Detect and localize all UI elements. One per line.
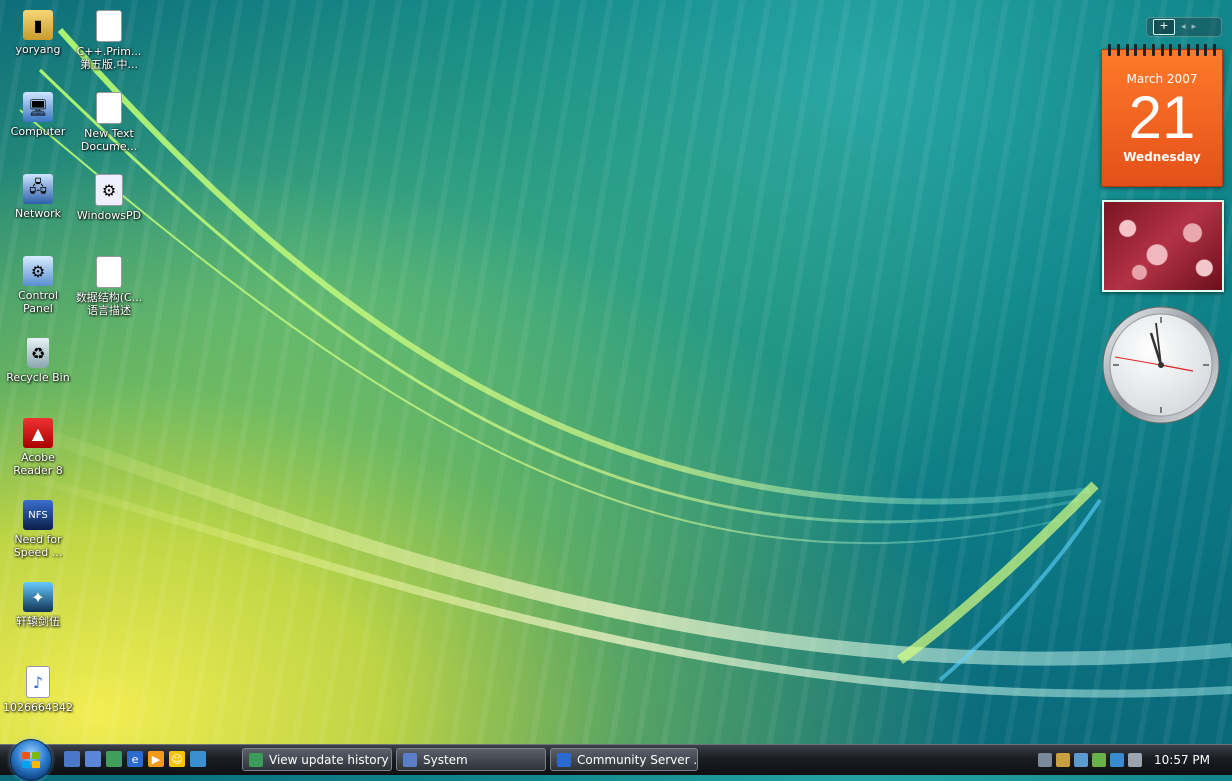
wallpaper-light-rays	[0, 0, 1232, 775]
media-icon[interactable]	[106, 751, 122, 767]
document-icon	[96, 256, 122, 288]
taskbar-button-label: System	[423, 752, 468, 767]
desktop-icon-label: 轩辕剑伍	[16, 615, 60, 628]
calendar-gadget[interactable]: March 2007 21 Wednesday	[1101, 44, 1223, 187]
network-icon: 🖧	[23, 174, 53, 204]
switch-windows-icon[interactable]	[85, 751, 101, 767]
internet-explorer-icon	[557, 752, 571, 767]
messenger-icon[interactable]: ☺	[169, 751, 185, 767]
desktop-icon-windowspd[interactable]: ⚙ WindowsPD	[74, 174, 144, 222]
clock-gadget[interactable]	[1101, 305, 1221, 425]
text-document-icon	[96, 92, 122, 124]
desktop-icon-label: WindowsPD	[76, 209, 142, 222]
volume-icon[interactable]	[1128, 753, 1142, 767]
control-panel-icon: ⚙	[23, 256, 53, 286]
internet-explorer-icon[interactable]: e	[127, 751, 143, 767]
settings-document-icon: ⚙	[95, 174, 123, 206]
taskbar-button-view-update-history[interactable]: View update history	[242, 748, 392, 771]
game-icon: ✦	[23, 582, 53, 612]
taskbar-button-label: Community Server ...	[577, 752, 698, 767]
desktop-icon-label: Control Panel	[18, 289, 58, 315]
keyboard-icon[interactable]	[1038, 753, 1052, 767]
desktop-icon-xuanyuan-sword[interactable]: ✦ 轩辕剑伍	[3, 582, 73, 628]
quick-launch: e ▶ ☺	[64, 751, 206, 767]
recycle-bin-icon: ♻	[27, 338, 49, 368]
calendar-rings	[1108, 44, 1216, 56]
desktop-icon-label: 数据结构(C... 语言描述	[75, 291, 143, 317]
desktop-icon-yoryang[interactable]: ▮ yoryang	[3, 10, 73, 56]
wallpaper-yellow-glow	[0, 0, 1232, 775]
desktop-icon-wma-file[interactable]: ♪ 1026664342	[3, 666, 73, 714]
game-icon: NFS	[23, 500, 53, 530]
wma-audio-icon: ♪	[26, 666, 50, 698]
desktop-icon-label: New Text Docume...	[80, 127, 138, 153]
desktop-icon-cpp-primer[interactable]: C++.Prim... 第五版.中...	[74, 10, 144, 71]
desktop-icon-label: yoryang	[15, 43, 61, 56]
desktop-icon-adobe-reader[interactable]: ▲ Acobe Reader 8	[3, 418, 73, 477]
desktop-icon-label: Network	[15, 207, 61, 220]
system-tray: 10:57 PM	[1032, 745, 1232, 775]
desktop-icon-network[interactable]: 🖧 Network	[3, 174, 73, 220]
desktop-icon-label: 1026664342	[3, 701, 73, 714]
people-icon[interactable]	[190, 751, 206, 767]
desktop-icon-recycle-bin[interactable]: ♻ Recycle Bin	[3, 338, 73, 384]
desktop-icon-control-panel[interactable]: ⚙ Control Panel	[3, 256, 73, 315]
wallpaper-green-glow	[0, 0, 1232, 775]
system-icon	[403, 752, 417, 767]
computer-icon: 🖥	[23, 92, 53, 122]
sidebar-prev-button[interactable]: ◂	[1181, 22, 1186, 32]
adobe-reader-icon: ▲	[23, 418, 53, 448]
desktop-icon-label: Computer	[10, 125, 66, 138]
tray-app-icon[interactable]	[1074, 753, 1088, 767]
desktop-icon-need-for-speed[interactable]: NFS Need for Speed ...	[3, 500, 73, 559]
document-icon	[96, 10, 122, 42]
taskbar: e ▶ ☺ View update history System Communi…	[0, 739, 1232, 781]
calendar-weekday: Wednesday	[1123, 150, 1201, 164]
tray-app-icon[interactable]	[1092, 753, 1106, 767]
slideshow-gadget[interactable]	[1102, 200, 1224, 292]
wallpaper-aurora-streaks	[0, 28, 1232, 698]
windows-update-icon	[249, 752, 263, 767]
taskbar-button-label: View update history	[269, 752, 389, 767]
desktop-icon-label: Need for Speed ...	[13, 533, 63, 559]
desktop-icon-computer[interactable]: 🖥 Computer	[3, 92, 73, 138]
taskbar-button-community-server[interactable]: Community Server ...	[550, 748, 698, 771]
user-folder-icon: ▮	[23, 10, 53, 40]
network-tray-icon[interactable]	[1110, 753, 1124, 767]
desktop-icon-label: Acobe Reader 8	[13, 451, 63, 477]
desktop-icon-new-text-document[interactable]: New Text Docume...	[74, 92, 144, 153]
media-player-icon[interactable]: ▶	[148, 751, 164, 767]
security-icon[interactable]	[1056, 753, 1070, 767]
desktop-icon-label: C++.Prim... 第五版.中...	[76, 45, 142, 71]
calendar-day: 21	[1128, 84, 1196, 151]
show-desktop-icon[interactable]	[64, 751, 80, 767]
taskbar-clock[interactable]: 10:57 PM	[1154, 753, 1210, 767]
add-gadget-button[interactable]: +	[1153, 19, 1175, 35]
desktop-icon-data-structures[interactable]: 数据结构(C... 语言描述	[74, 256, 144, 317]
windows-logo-icon	[22, 752, 40, 768]
sidebar-controls: + ◂ ▸	[1146, 17, 1222, 37]
taskbar-button-system[interactable]: System	[396, 748, 546, 771]
sidebar-next-button[interactable]: ▸	[1192, 22, 1197, 32]
desktop-icon-label: Recycle Bin	[6, 371, 70, 384]
